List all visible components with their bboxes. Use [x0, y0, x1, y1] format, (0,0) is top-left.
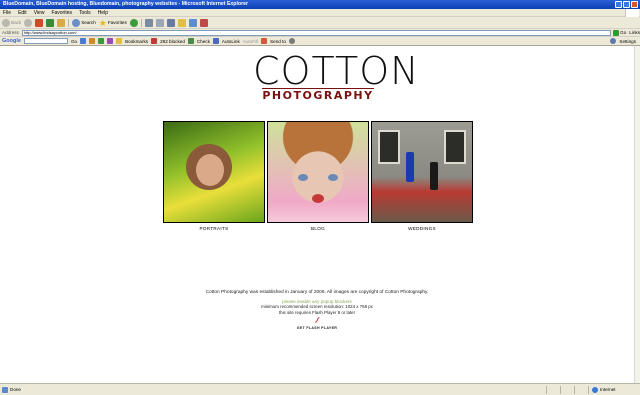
blog-link[interactable]: BLOG	[267, 226, 369, 231]
autolink-button[interactable]: AutoLink	[222, 39, 240, 44]
address-bar: Address http://www.lindsaycotton.com/ Go…	[0, 29, 640, 37]
refresh-icon[interactable]	[46, 18, 55, 27]
flash-player-icon[interactable]	[314, 317, 320, 323]
google-toolbar: Google Go Bookmarks 292 blocked Check Au…	[0, 37, 640, 46]
eye-left	[298, 174, 308, 181]
toolbar-separator	[68, 18, 70, 27]
search-label: Search	[81, 20, 96, 25]
status-segment	[560, 385, 574, 394]
send-to-button[interactable]: Send to	[270, 39, 286, 44]
autofill-button[interactable]: AutoFill	[243, 39, 258, 44]
popup-blocker-icon	[151, 38, 158, 44]
back-button[interactable]: Back	[2, 18, 22, 27]
status-bar: Done Internet	[0, 383, 640, 395]
settings-icon	[610, 38, 617, 44]
favorites-star-icon: ★	[98, 17, 107, 28]
print-icon[interactable]	[155, 18, 164, 27]
menu-bar: File Edit View Favorites Tools Help	[0, 9, 640, 17]
page-icon	[2, 386, 8, 393]
research-icon[interactable]	[199, 18, 208, 27]
favorites-label: Favorites	[107, 20, 127, 25]
bookmarks-button[interactable]: Bookmarks	[125, 39, 148, 44]
go-button[interactable]: Go	[613, 29, 627, 36]
links-button[interactable]: Links	[629, 30, 640, 35]
edit-icon[interactable]	[166, 18, 175, 27]
vertical-scrollbar[interactable]	[634, 46, 640, 383]
popup-blocked-count[interactable]: 292 blocked	[160, 39, 185, 44]
copyright-text: Cotton Photography was established in Ja…	[205, 290, 429, 295]
gallery-grid	[163, 121, 473, 223]
lips-shape	[312, 194, 324, 203]
messenger-icon[interactable]	[188, 18, 197, 27]
mail-icon[interactable]	[144, 18, 153, 27]
autolink-icon	[212, 38, 219, 44]
face-shape	[196, 154, 224, 186]
pagerank-icon	[89, 38, 96, 44]
menu-file[interactable]: File	[3, 10, 11, 16]
globe-icon	[592, 386, 598, 393]
history-icon[interactable]	[129, 18, 138, 27]
logo-subtitle: PHOTOGRAPHY	[262, 88, 374, 102]
spellcheck-icon	[187, 38, 194, 44]
portraits-link[interactable]: PORTRAITS	[163, 226, 265, 231]
menu-favorites[interactable]: Favorites	[51, 10, 72, 16]
status-segment	[546, 385, 560, 394]
favorites-button[interactable]: ★ Favorites	[98, 17, 127, 28]
blog-photo[interactable]	[267, 121, 369, 223]
go-label: Go	[620, 30, 627, 35]
status-left: Done	[2, 386, 546, 393]
weddings-photo[interactable]	[371, 121, 473, 223]
menu-view[interactable]: View	[34, 10, 45, 16]
window-title-bar: BlueDomain, BlueDomain hosting, Bluedoma…	[0, 0, 640, 9]
menu-edit[interactable]: Edit	[18, 10, 27, 16]
highlight-icon[interactable]	[107, 38, 114, 44]
menu-tools[interactable]: Tools	[79, 10, 91, 16]
logo-title: COTTON	[253, 49, 420, 93]
address-label: Address	[2, 30, 19, 35]
pencil-icon[interactable]	[288, 38, 295, 44]
status-text: Done	[10, 387, 21, 392]
check-button[interactable]: Check	[197, 39, 210, 44]
get-flash-link[interactable]: GET FLASH PLAYER	[0, 326, 634, 330]
site-info: Cotton Photography was established in Ja…	[0, 290, 634, 330]
security-zone: Internet	[588, 385, 640, 394]
menu-help[interactable]: Help	[98, 10, 108, 16]
stop-icon[interactable]	[35, 18, 44, 27]
google-search-input[interactable]	[23, 38, 68, 44]
back-arrow-icon	[2, 18, 10, 27]
windows-logo-icon	[625, 9, 639, 17]
forward-button[interactable]	[24, 18, 33, 27]
site-logo[interactable]: COTTON PHOTOGRAPHY	[253, 49, 420, 102]
address-input[interactable]: http://www.lindsaycotton.com/	[21, 29, 612, 36]
groom-figure	[406, 152, 414, 182]
toolbar-separator	[140, 18, 142, 27]
maximize-button[interactable]	[623, 1, 630, 8]
minimize-button[interactable]	[615, 1, 622, 8]
google-search-icon[interactable]	[80, 38, 87, 44]
home-icon[interactable]	[57, 18, 66, 27]
window-title: BlueDomain, BlueDomain hosting, Bluedoma…	[3, 1, 248, 7]
search-icon	[72, 18, 81, 27]
google-logo[interactable]: Google	[2, 38, 21, 44]
portraits-photo[interactable]	[163, 121, 265, 223]
weddings-link[interactable]: WEDDINGS	[371, 226, 473, 231]
close-button[interactable]	[631, 1, 638, 8]
google-go-button[interactable]: Go	[71, 39, 77, 44]
news-icon[interactable]	[98, 38, 105, 44]
bride-figure	[430, 162, 438, 190]
send-to-icon	[261, 38, 268, 44]
bookmarks-star-icon	[116, 38, 123, 44]
window-controls	[615, 1, 638, 8]
back-label: Back	[11, 20, 22, 25]
go-arrow-icon	[613, 29, 620, 36]
search-button[interactable]: Search	[72, 18, 96, 27]
standard-toolbar: Back Search ★ Favorites	[0, 17, 640, 29]
settings-button[interactable]: Settings	[619, 39, 636, 44]
zone-label: Internet	[600, 387, 616, 392]
folder-icon[interactable]	[177, 18, 186, 27]
eye-right	[328, 174, 338, 181]
status-segment	[574, 385, 588, 394]
